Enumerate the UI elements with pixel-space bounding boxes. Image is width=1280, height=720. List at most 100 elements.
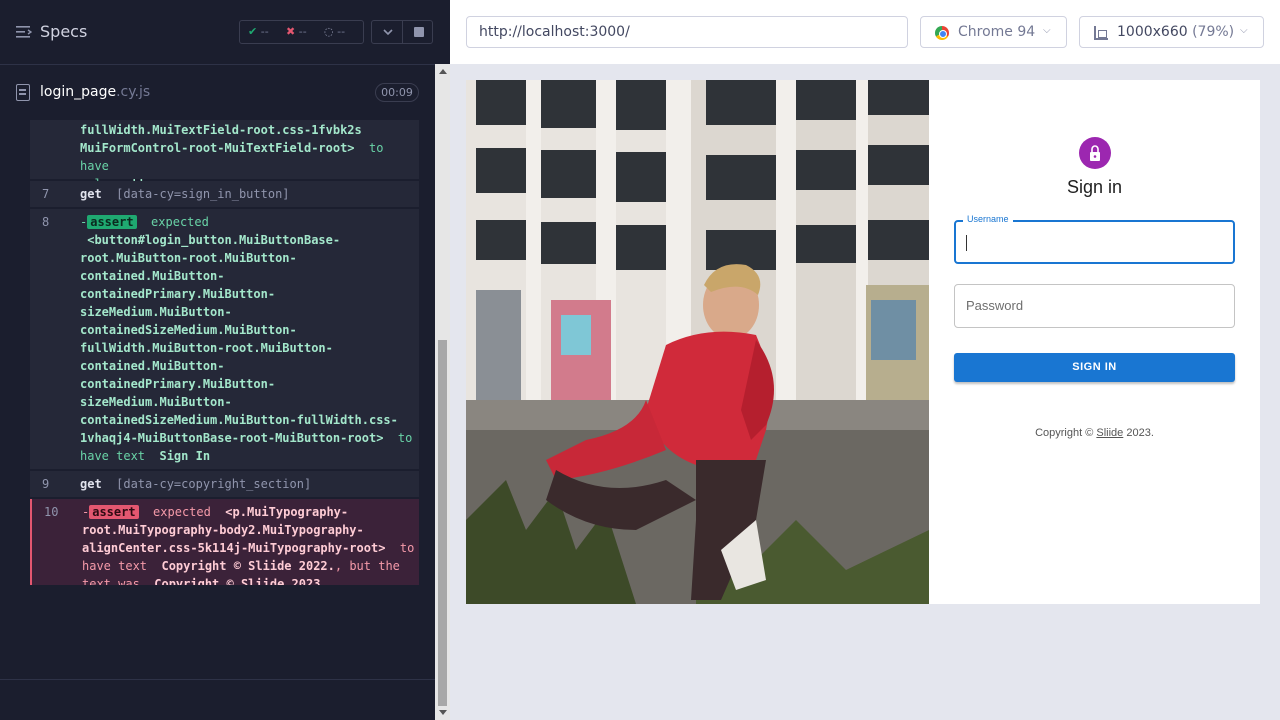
command-token: get xyxy=(80,187,102,201)
command-token: containedSizeMedium.MuiButton-fullWidth.… xyxy=(80,413,398,427)
command-token: Copyright © Sliide 2022. xyxy=(147,559,335,573)
username-field[interactable]: Username xyxy=(954,214,1235,264)
command-row[interactable]: fullWidth.MuiTextField-root.css-1fvbk2s M… xyxy=(30,120,419,191)
command-token: sizeMedium.MuiButton- xyxy=(80,395,232,409)
url-field[interactable]: http://localhost:3000/ xyxy=(466,16,908,48)
command-token: root.MuiButton-root.MuiButton- xyxy=(80,251,297,265)
command-row[interactable]: 9 get [data-cy=copyright_section] xyxy=(30,471,419,497)
command-line: have text Sign In xyxy=(80,447,415,465)
command-token: expected xyxy=(138,505,211,519)
viewport-icon xyxy=(1094,26,1108,40)
command-line: containedPrimary.MuiButton- xyxy=(80,375,415,393)
assert-badge: assert xyxy=(87,215,137,229)
command-message: - assert expected <p.MuiTypography-root.M… xyxy=(82,503,417,585)
command-line: have text Copyright © Sliide 2022., but … xyxy=(82,557,417,575)
command-token: get xyxy=(80,477,102,491)
command-token: contained.MuiButton- xyxy=(80,359,225,373)
command-token: containedPrimary.MuiButton- xyxy=(80,287,276,301)
scroll-down-arrow-icon[interactable] xyxy=(439,710,447,715)
command-token: to xyxy=(383,431,413,445)
chevron-down-icon: ⌵ xyxy=(1043,25,1051,36)
divider xyxy=(402,21,403,43)
command-line: MuiFormControl-root-MuiTextField-root> t… xyxy=(80,139,415,175)
sliide-link[interactable]: Sliide xyxy=(1096,427,1123,439)
command-row[interactable]: 7 get [data-cy=sign_in_button] xyxy=(30,181,419,207)
command-token: have text xyxy=(82,559,148,573)
run-controls xyxy=(371,20,433,44)
command-token: fullWidth.MuiTextField-root.css-1fvbk2s xyxy=(80,123,362,137)
scroll-up-arrow-icon[interactable] xyxy=(439,69,447,74)
command-token: containedPrimary.MuiButton- xyxy=(80,377,276,391)
command-line: fullWidth.MuiTextField-root.css-1fvbk2s xyxy=(80,121,415,139)
runner-header: Specs ✔ -- ✖ -- ◌ -- xyxy=(0,0,435,64)
command-token: contained.MuiButton- xyxy=(80,269,225,283)
command-token: , but the xyxy=(334,559,400,573)
viewport-selector[interactable]: 1000x660 (79%) ⌵ xyxy=(1079,16,1264,48)
command-line: containedSizeMedium.MuiButton-fullWidth.… xyxy=(80,411,415,429)
command-token: containedSizeMedium.MuiButton- xyxy=(80,323,297,337)
browser-label: Chrome 94 xyxy=(958,24,1036,40)
sign-in-button[interactable]: SIGN IN xyxy=(954,353,1235,382)
command-number: 7 xyxy=(42,187,50,201)
command-token: [data-cy=sign_in_button] xyxy=(101,187,290,201)
command-line: alignCenter.css-5k114j-MuiTypography-roo… xyxy=(82,539,417,557)
command-row[interactable]: 8 - assert expected <button#login_button.M… xyxy=(30,209,419,469)
command-number: 8 xyxy=(42,215,50,229)
command-line: get [data-cy=copyright_section] xyxy=(80,475,415,493)
scrollbar-thumb[interactable] xyxy=(438,340,447,706)
command-log-panel: Specs ✔ -- ✖ -- ◌ -- login_page.cy.js 00… xyxy=(0,0,450,720)
app-preview-panel: http://localhost:3000/ Chrome 94 ⌵ 1000x… xyxy=(450,0,1280,720)
menu-icon[interactable] xyxy=(16,25,32,39)
command-token: <button#login_button.MuiButtonBase- xyxy=(80,233,341,247)
command-message: get [data-cy=copyright_section] xyxy=(80,475,415,493)
command-message: - assert expected <button#login_button.Mu… xyxy=(80,213,415,465)
command-line: containedPrimary.MuiButton- xyxy=(80,285,415,303)
command-line: root.MuiButton-root.MuiButton- xyxy=(80,249,415,267)
scrollbar[interactable] xyxy=(435,64,450,720)
cross-icon: ✖ xyxy=(286,25,296,38)
command-list: fullWidth.MuiTextField-root.css-1fvbk2s M… xyxy=(0,120,435,585)
command-token: have text xyxy=(80,449,146,463)
preview-toolbar: http://localhost:3000/ Chrome 94 ⌵ 1000x… xyxy=(450,0,1280,64)
text-caret xyxy=(966,235,967,251)
command-message: get [data-cy=sign_in_button] xyxy=(80,185,415,203)
stop-button[interactable] xyxy=(414,27,424,37)
command-token: sizeMedium.MuiButton- xyxy=(80,305,232,319)
command-line: sizeMedium.MuiButton- xyxy=(80,393,415,411)
file-icon xyxy=(16,84,30,101)
password-field[interactable]: Password xyxy=(954,284,1235,328)
app-frame: Sign in Username Password SIGN IN Copyri… xyxy=(466,80,1260,604)
divider xyxy=(0,679,435,680)
copyright-section: Copyright © Sliide 2023. xyxy=(1035,427,1154,439)
login-panel: Sign in Username Password SIGN IN Copyri… xyxy=(929,80,1260,604)
command-token: text was xyxy=(82,577,140,585)
command-line: sizeMedium.MuiButton- xyxy=(80,303,415,321)
spec-header: login_page.cy.js 00:09 xyxy=(0,64,435,120)
spinner-icon: ◌ xyxy=(324,25,334,38)
username-label: Username xyxy=(963,214,1013,224)
specs-link[interactable]: Specs xyxy=(40,22,87,41)
command-line: root.MuiTypography-body2.MuiTypography- xyxy=(82,521,417,539)
command-line: fullWidth.MuiButton-root.MuiButton- xyxy=(80,339,415,357)
command-line: text was Copyright © Sliide 2023. xyxy=(82,575,417,585)
command-line: get [data-cy=sign_in_button] xyxy=(80,185,415,203)
command-line: contained.MuiButton- xyxy=(80,357,415,375)
failed-command[interactable]: 10 - assert expected <p.MuiTypography-root… xyxy=(30,499,419,585)
command-line: - assert expected xyxy=(80,213,415,231)
pending-count: ◌ -- xyxy=(324,25,346,38)
command-line: contained.MuiButton- xyxy=(80,267,415,285)
hero-photo-illustration xyxy=(466,80,929,604)
chevron-down-icon[interactable] xyxy=(382,27,394,37)
command-token: fullWidth.MuiButton-root.MuiButton- xyxy=(80,341,333,355)
command-token: MuiFormControl-root-MuiTextField-root> xyxy=(80,141,355,155)
page-title: Sign in xyxy=(1066,177,1123,197)
spec-file-name[interactable]: login_page.cy.js xyxy=(40,84,150,100)
command-token: Sign In xyxy=(145,449,211,463)
browser-selector[interactable]: Chrome 94 ⌵ xyxy=(920,16,1067,48)
command-number: 10 xyxy=(44,505,59,519)
hero-photo xyxy=(466,80,929,604)
viewport-label: 1000x660 (79%) xyxy=(1117,24,1235,40)
test-stats: ✔ -- ✖ -- ◌ -- xyxy=(239,20,364,44)
lock-avatar xyxy=(1079,137,1111,169)
failed-count: ✖ -- xyxy=(286,25,307,38)
